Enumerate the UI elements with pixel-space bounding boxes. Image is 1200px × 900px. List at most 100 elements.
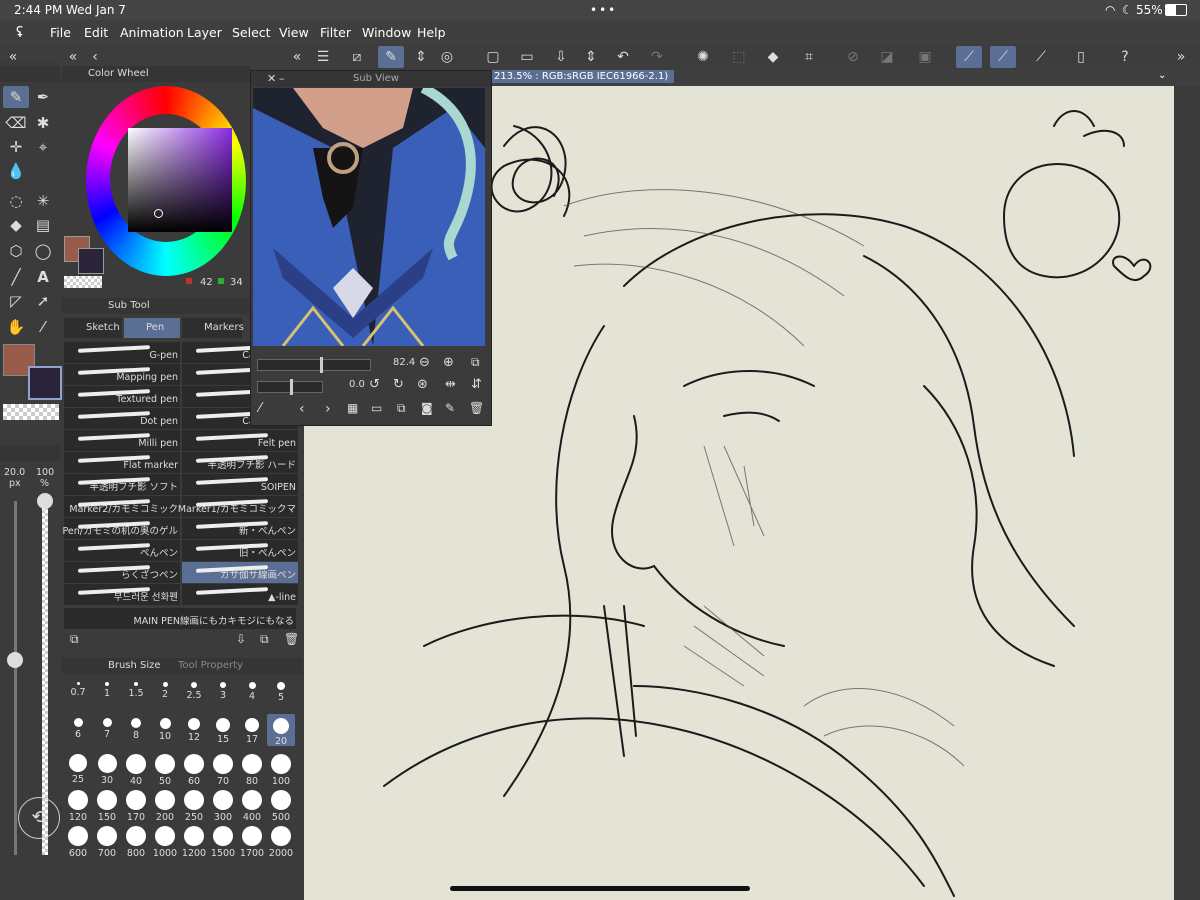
brush-main-pen[interactable]: MAIN PEN線画にもカキモジにもなる	[64, 608, 296, 629]
brush-size-option[interactable]: 200	[151, 786, 179, 823]
brush-size-option[interactable]: 150	[93, 786, 121, 823]
brush-item[interactable]: Marker1/カモミコミックマ	[178, 496, 298, 517]
brush-size-option[interactable]: 4	[238, 678, 266, 710]
fit-icon[interactable]: ⧉	[471, 355, 480, 370]
gradient-tool-icon[interactable]: ▤	[30, 214, 56, 236]
fill-icon[interactable]: ◆	[760, 46, 786, 68]
brush-size-option[interactable]: 17	[238, 714, 266, 746]
eraser-tool-icon[interactable]: ⌫	[3, 112, 29, 134]
companion-icon[interactable]: ◎	[434, 46, 460, 68]
load-icon[interactable]: ⧉	[397, 401, 406, 416]
opacity-slider-knob[interactable]	[37, 493, 53, 509]
color-wheel-title[interactable]: Color Wheel	[88, 68, 149, 79]
brush-item[interactable]: Textured pen	[64, 386, 180, 407]
menu-file[interactable]: File	[50, 25, 71, 40]
eyedropper-tool-icon[interactable]: ⁄	[30, 316, 56, 338]
brush-size-option[interactable]: 100	[267, 750, 295, 787]
rotate-right-icon[interactable]: ↻	[393, 377, 404, 392]
brush-size-option[interactable]: 2000	[267, 822, 295, 859]
size-slider-track[interactable]	[14, 501, 17, 855]
brush-size-option[interactable]: 30	[93, 750, 121, 786]
brush-size-option[interactable]: 1000	[151, 822, 179, 859]
deselect-icon[interactable]: ⊘	[840, 46, 866, 68]
transform-icon[interactable]: ⧄	[344, 46, 370, 68]
saturation-square[interactable]	[128, 128, 232, 232]
collapse-subpanel-icon[interactable]: «	[284, 46, 310, 68]
import-icon[interactable]: ▭	[371, 401, 382, 415]
menu-window[interactable]: Window	[362, 25, 411, 40]
transparent-color-swatch[interactable]	[3, 404, 59, 420]
tab-markers[interactable]: Markers	[182, 318, 244, 338]
edit-reference-icon[interactable]: ✎	[445, 401, 455, 415]
selection-border-icon[interactable]: ▣	[912, 46, 938, 68]
brush-item[interactable]: Milli pen	[64, 430, 180, 451]
brush-size-option[interactable]: 70	[209, 750, 237, 787]
brush-size-option[interactable]: 50	[151, 750, 179, 787]
up-down-icon[interactable]: ⇕	[408, 46, 434, 68]
grid-icon[interactable]: ▦	[347, 401, 358, 415]
download-icon[interactable]: ⇩	[236, 632, 246, 646]
brush-size-option[interactable]: 8	[122, 714, 150, 746]
rotate-slider[interactable]	[257, 379, 323, 395]
home-indicator[interactable]	[450, 886, 750, 891]
tool-property-tab[interactable]: Tool Property	[178, 660, 243, 671]
save-menu-icon[interactable]: ⇕	[578, 46, 604, 68]
brush-item[interactable]: 半透明フチ影 ハード	[182, 452, 298, 473]
sub-color-swatch[interactable]	[28, 366, 62, 400]
operation-tool-icon[interactable]: ⌖	[30, 136, 56, 158]
modifier-key-icon[interactable]: ⟲	[18, 797, 60, 839]
reference-image[interactable]	[253, 88, 485, 346]
brush-size-option[interactable]: 300	[209, 786, 237, 823]
camera-icon[interactable]: ◙	[421, 401, 433, 415]
redo-icon[interactable]: ↷	[644, 46, 670, 68]
brush-size-option[interactable]: 0.7	[64, 678, 92, 710]
subtool-settings-icon[interactable]: ⧉	[70, 632, 79, 647]
save-icon[interactable]: ⇩	[548, 46, 574, 68]
chevron-left-icon[interactable]: ‹	[82, 46, 108, 68]
new-file-icon[interactable]: ▢	[480, 46, 506, 68]
rotate-left-icon[interactable]: ↺	[369, 377, 380, 392]
brush-size-option[interactable]: 25	[64, 750, 92, 785]
brush-item[interactable]: 부드러운 선화펜	[64, 584, 180, 605]
crop-icon[interactable]: ⌗	[796, 46, 822, 68]
open-folder-icon[interactable]: ▭	[514, 46, 540, 68]
brush-item[interactable]: Dot pen	[64, 408, 180, 429]
brush-item[interactable]: 半透明フチ影 ソフト	[64, 474, 180, 495]
color-picker-cursor[interactable]	[154, 209, 163, 218]
line-tool-icon[interactable]: ╱	[3, 266, 29, 288]
ellipse-tool-icon[interactable]: ◯	[30, 240, 56, 262]
delete-reference-icon[interactable]: 🗑	[469, 401, 484, 415]
brush-size-option[interactable]: 20	[267, 714, 295, 747]
brush-size-option[interactable]: 400	[238, 786, 266, 823]
brush-size-option[interactable]: 40	[122, 750, 150, 787]
brush-size-option[interactable]: 12	[180, 714, 208, 746]
brush-size-option[interactable]: 700	[93, 822, 121, 859]
undo-icon[interactable]: ↶	[610, 46, 636, 68]
canvas-info[interactable]: 213.5% : RGB:sRGB IEC61966-2.1)	[488, 70, 675, 83]
brush-size-option[interactable]: 80	[238, 750, 266, 787]
sub-color-mini[interactable]	[78, 248, 104, 274]
menu-help[interactable]: Help	[417, 25, 446, 40]
multitask-dots-icon[interactable]: •••	[590, 3, 617, 17]
menu-edit[interactable]: Edit	[84, 25, 108, 40]
app-logo-icon[interactable]: ʢ	[16, 25, 23, 41]
lasso-tool-icon[interactable]: ◌	[3, 190, 29, 212]
object-tool-icon[interactable]: ➚	[30, 290, 56, 312]
brush-size-option[interactable]: 600	[64, 822, 92, 859]
tab-pen[interactable]: Pen	[124, 318, 180, 338]
brush-size-option[interactable]: 6	[64, 714, 92, 746]
edit-icon[interactable]: ✎	[378, 46, 404, 68]
brush-tool-icon[interactable]: ✒	[30, 86, 56, 108]
brush-size-option[interactable]: 2	[151, 678, 179, 710]
brush-item[interactable]: Flat marker	[64, 452, 180, 473]
chevron-down-icon[interactable]: ⌄	[1158, 70, 1166, 81]
text-tool-icon[interactable]: A	[30, 266, 56, 288]
brush-size-option[interactable]: 250	[180, 786, 208, 823]
brush-size-option[interactable]: 2.5	[180, 678, 208, 710]
next-image-icon[interactable]: ›	[325, 401, 331, 417]
loading-icon[interactable]: ✺	[690, 46, 716, 68]
brush-size-option[interactable]: 1	[93, 678, 121, 710]
move-tool-icon[interactable]: ✛	[3, 136, 29, 158]
magic-wand-icon[interactable]: ✳	[30, 190, 56, 212]
menu-select[interactable]: Select	[232, 25, 271, 40]
